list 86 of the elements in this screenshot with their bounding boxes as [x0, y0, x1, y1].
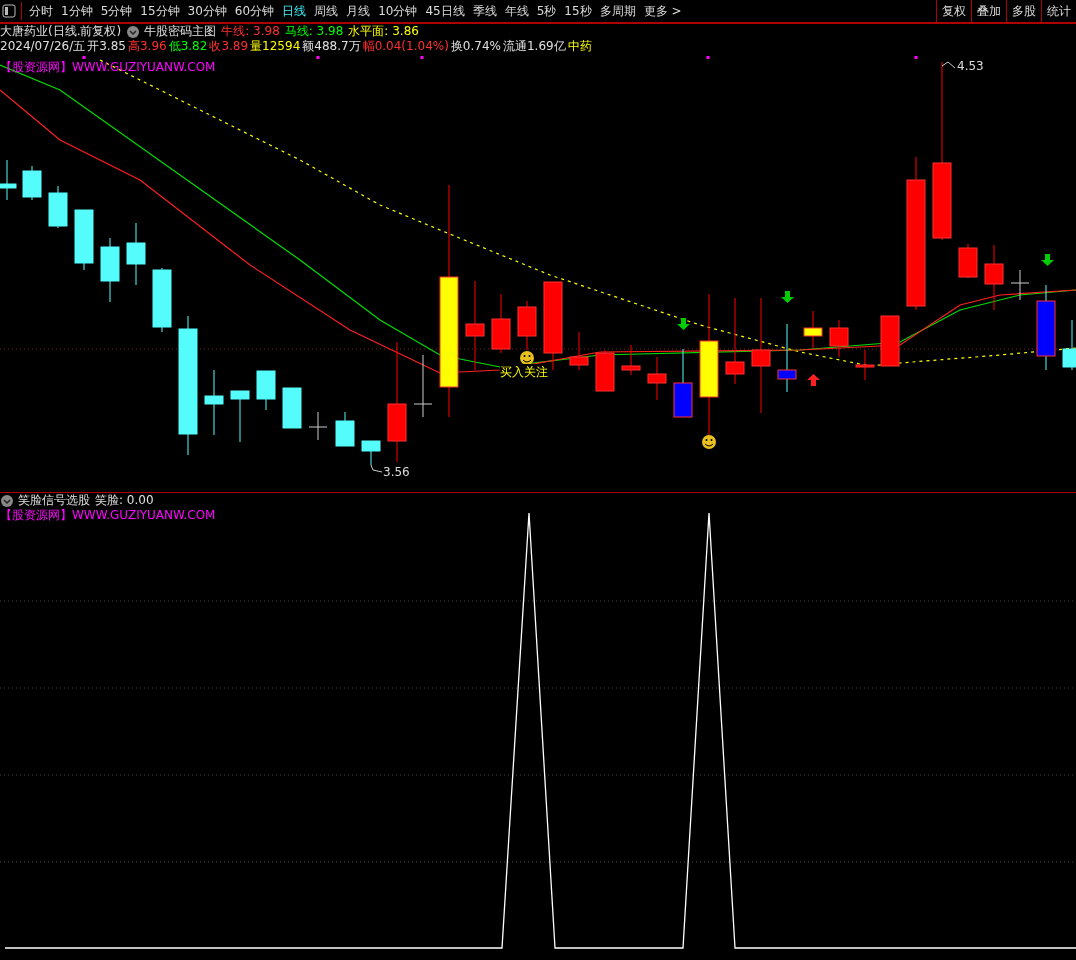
indicator-name: 牛股密码主图: [144, 24, 217, 39]
signal-label: 买入关注: [500, 364, 548, 381]
price-label: 3.56: [383, 465, 410, 479]
candlestick: [204, 369, 224, 436]
price-label: 4.53: [957, 59, 984, 73]
toolbar-button[interactable]: 复权: [936, 0, 971, 22]
candlestick: [335, 411, 355, 447]
indicator-value: 水平面: 3.86: [348, 24, 419, 39]
candlestick: [595, 349, 615, 392]
dropdown-icon[interactable]: [1, 494, 13, 507]
candlestick: [230, 390, 250, 443]
candlestick: [74, 209, 94, 271]
indicator-value: 笑脸: 0.00: [95, 493, 154, 508]
arrow-down-icon: [677, 318, 690, 330]
quote-value: 低3.82: [168, 39, 208, 54]
quote-value: 量12594: [250, 39, 301, 54]
candlestick: [282, 387, 302, 429]
stock-title: 大唐药业(日线.前复权): [0, 24, 122, 39]
quote-value: 2024/07/26/五: [0, 39, 86, 54]
candlestick: [152, 267, 172, 333]
toolbar-button[interactable]: 叠加: [971, 0, 1006, 22]
candlestick: [777, 323, 797, 393]
candlestick: [880, 315, 900, 367]
period-tab[interactable]: 30分钟: [183, 2, 231, 20]
candlestick: [673, 348, 693, 418]
candlestick: [413, 354, 433, 418]
site-label: 【股资源网】WWW.GUZIYUANW.COM: [0, 60, 216, 75]
candlestick: [48, 185, 68, 229]
candlestick: [647, 356, 667, 401]
candlestick: [517, 300, 537, 351]
leader-line: [370, 464, 383, 473]
candlestick: [256, 370, 276, 411]
quote-value: 流通1.69亿: [502, 39, 566, 54]
candlestick: [803, 310, 823, 349]
candlestick: [126, 222, 146, 286]
candlestick: [569, 331, 589, 371]
candlestick: [1010, 269, 1030, 301]
candlestick: [984, 244, 1004, 311]
period-tab[interactable]: 月线: [342, 2, 375, 20]
quote-value: 额488.7万: [302, 39, 361, 54]
candlestick: [491, 293, 511, 354]
candlestick: [958, 243, 978, 279]
period-tab[interactable]: 周线: [310, 2, 343, 20]
period-tab[interactable]: 5分钟: [96, 2, 137, 20]
quote-value: 换0.74%: [450, 39, 501, 54]
candlestick: [100, 237, 120, 303]
period-tab[interactable]: 日线: [278, 2, 311, 20]
arrow-down-icon: [781, 291, 794, 303]
candlestick: [0, 159, 17, 201]
smiley-icon: [520, 351, 534, 365]
leader-line: [941, 61, 956, 69]
period-tab[interactable]: 季线: [468, 2, 501, 20]
candlestick: [829, 319, 849, 358]
quote-value: 幅0.04(1.04%): [362, 39, 449, 54]
quote-value: 开3.85: [87, 39, 126, 54]
period-tab[interactable]: 45日线: [421, 2, 469, 20]
quote-value: 高3.96: [127, 39, 167, 54]
candlestick: [621, 344, 641, 376]
candlestick: [22, 165, 42, 201]
toolbar-button[interactable]: 多股: [1006, 0, 1041, 22]
quote-value: 中药: [567, 39, 592, 54]
smiley-icon: [702, 435, 716, 449]
quote-value: 收3.89: [209, 39, 249, 54]
indicator-value: 马线: 3.98: [284, 24, 344, 39]
arrow-down-icon: [1041, 254, 1054, 266]
period-tab[interactable]: 15分钟: [136, 2, 184, 20]
period-tab[interactable]: 年线: [500, 2, 533, 20]
period-tab[interactable]: 多周期: [595, 2, 640, 20]
candlestick: [855, 349, 875, 381]
indicator-value: 牛线: 3.98: [221, 24, 280, 39]
period-tab[interactable]: 分时: [25, 2, 57, 20]
period-tab[interactable]: 5秒: [532, 2, 561, 20]
site-label: 【股资源网】WWW.GUZIYUANW.COM: [0, 508, 216, 523]
period-tab[interactable]: 更多 >: [639, 2, 686, 20]
candlestick: [361, 440, 381, 466]
indicator-name: 笑脸信号选股: [18, 493, 90, 508]
period-tab[interactable]: 15秒: [560, 2, 596, 20]
candlestick: [308, 411, 328, 441]
panel-toggle-icon[interactable]: [2, 4, 16, 18]
toolbar-button[interactable]: 统计: [1041, 0, 1076, 22]
period-tab[interactable]: 10分钟: [374, 2, 422, 20]
candlestick: [1062, 319, 1076, 371]
period-tab[interactable]: 1分钟: [57, 2, 97, 20]
dropdown-icon[interactable]: [127, 25, 140, 38]
arrow-up-icon: [807, 374, 820, 386]
period-tab[interactable]: 60分钟: [230, 2, 279, 20]
